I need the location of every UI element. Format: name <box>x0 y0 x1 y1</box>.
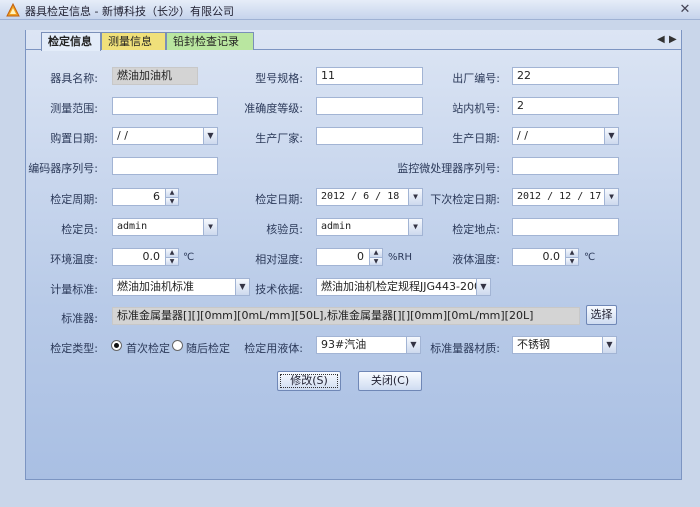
verify-date-value: 2012 / 6 / 18 <box>321 191 400 202</box>
label-basis: 技术依据: <box>255 283 303 296</box>
humidity-unit: %RH <box>388 252 412 263</box>
window-title: 器具检定信息 - 新博科技（长沙）有限公司 <box>25 5 234 18</box>
manufacturer-field[interactable] <box>316 127 423 145</box>
liquid-temp-unit: ℃ <box>584 252 596 263</box>
label-station-no: 站内机号: <box>452 102 500 115</box>
label-production-date: 生产日期: <box>452 132 500 145</box>
station-no-field[interactable]: 2 <box>512 97 619 115</box>
checker-value: admin <box>321 221 352 232</box>
increment-icon[interactable]: ▲ <box>165 189 178 197</box>
chevron-down-icon[interactable]: ▼ <box>476 279 490 295</box>
production-date-value: / / <box>517 129 528 142</box>
title-bar: 器具检定信息 - 新博科技（长沙）有限公司 ✕ <box>0 0 700 20</box>
next-date-value: 2012 / 12 / 17 <box>517 191 602 202</box>
period-value: 6 <box>153 190 160 203</box>
label-mcu-serial: 监控微处理器序列号: <box>397 162 500 175</box>
label-accuracy: 准确度等级: <box>244 102 303 115</box>
label-verify-date: 检定日期: <box>255 193 303 206</box>
inspector-select[interactable]: admin ▼ <box>112 218 218 236</box>
label-period: 检定周期: <box>50 193 98 206</box>
close-window-button[interactable]: ✕ <box>676 2 694 17</box>
label-checker: 核验员: <box>266 223 303 236</box>
label-location: 检定地点: <box>452 223 500 236</box>
std-devices-field: 标准金属量器[][][0mm][0mL/mm][50L],标准金属量器[][][… <box>112 307 580 325</box>
label-verify-type: 检定类型: <box>50 342 98 355</box>
env-temp-stepper[interactable]: 0.0 ▲ ▼ <box>112 248 179 266</box>
increment-icon[interactable]: ▲ <box>369 249 382 257</box>
tab-scroll-left-icon[interactable]: ◀ <box>657 34 665 45</box>
chevron-down-icon[interactable]: ▼ <box>203 128 217 144</box>
accuracy-field[interactable] <box>316 97 423 115</box>
material-select[interactable]: 不锈钢 ▼ <box>512 336 617 354</box>
basis-select[interactable]: 燃油加油机检定规程JJG443-200 ▼ <box>316 278 491 296</box>
liquid-select[interactable]: 93#汽油 ▼ <box>316 336 421 354</box>
label-standard: 计量标准: <box>50 283 98 296</box>
tab-measurement-info[interactable]: 测量信息 <box>101 32 166 50</box>
tab-seal-check-record[interactable]: 铅封检查记录 <box>166 32 254 50</box>
liquid-temp-value: 0.0 <box>542 250 561 263</box>
standard-value: 燃油加油机标准 <box>117 280 194 293</box>
next-date-picker[interactable]: 2012 / 12 / 17 ▼ <box>512 188 619 206</box>
label-next-date: 下次检定日期: <box>430 193 500 206</box>
instrument-name-field: 燃油加油机 <box>112 67 198 85</box>
label-humidity: 相对湿度: <box>255 253 303 266</box>
chevron-down-icon[interactable]: ▼ <box>602 337 616 353</box>
chevron-down-icon[interactable]: ▼ <box>604 128 618 144</box>
app-logo-icon <box>6 3 20 17</box>
label-liquid: 检定用液体: <box>244 342 303 355</box>
encoder-serial-field[interactable] <box>112 157 218 175</box>
subsequent-verification-label[interactable]: 随后检定 <box>186 340 230 356</box>
purchase-date-value: / / <box>117 129 128 142</box>
humidity-value: 0 <box>357 250 364 263</box>
label-instrument-name: 器具名称: <box>50 72 98 85</box>
decrement-icon[interactable]: ▼ <box>165 197 178 205</box>
label-purchase-date: 购置日期: <box>50 132 98 145</box>
radio-subsequent-verification[interactable] <box>172 340 183 351</box>
decrement-icon[interactable]: ▼ <box>369 257 382 265</box>
decrement-icon[interactable]: ▼ <box>165 257 178 265</box>
env-temp-unit: ℃ <box>183 252 195 263</box>
first-verification-label[interactable]: 首次检定 <box>126 340 170 356</box>
increment-icon[interactable]: ▲ <box>565 249 578 257</box>
model-field[interactable]: 11 <box>316 67 423 85</box>
label-encoder-serial: 编码器序列号: <box>28 162 98 175</box>
radio-first-verification[interactable] <box>111 340 122 351</box>
basis-value: 燃油加油机检定规程JJG443-200 <box>321 280 481 293</box>
material-value: 不锈钢 <box>517 338 550 351</box>
mcu-serial-field[interactable] <box>512 157 619 175</box>
liquid-temp-stepper[interactable]: 0.0 ▲ ▼ <box>512 248 579 266</box>
period-stepper[interactable]: 6 ▲ ▼ <box>112 188 179 206</box>
verify-date-picker[interactable]: 2012 / 6 / 18 ▼ <box>316 188 423 206</box>
location-field[interactable] <box>512 218 619 236</box>
modify-button[interactable]: 修改(S) <box>277 371 341 391</box>
decrement-icon[interactable]: ▼ <box>565 257 578 265</box>
tab-scroll-right-icon[interactable]: ▶ <box>669 34 677 45</box>
purchase-date-picker[interactable]: / / ▼ <box>112 127 218 145</box>
close-button[interactable]: 关闭(C) <box>358 371 422 391</box>
label-std-devices: 标准器: <box>61 312 98 325</box>
chevron-down-icon[interactable]: ▼ <box>408 219 422 235</box>
serial-field[interactable]: 22 <box>512 67 619 85</box>
select-std-devices-button[interactable]: 选择 <box>586 305 617 325</box>
label-model: 型号规格: <box>255 72 303 85</box>
label-material: 标准量器材质: <box>430 342 500 355</box>
production-date-picker[interactable]: / / ▼ <box>512 127 619 145</box>
range-field[interactable] <box>112 97 218 115</box>
increment-icon[interactable]: ▲ <box>165 249 178 257</box>
label-inspector: 检定员: <box>61 223 98 236</box>
label-liquid-temp: 液体温度: <box>452 253 500 266</box>
chevron-down-icon[interactable]: ▼ <box>406 337 420 353</box>
tab-verification-info[interactable]: 检定信息 <box>41 32 101 51</box>
label-env-temp: 环境温度: <box>50 253 98 266</box>
env-temp-value: 0.0 <box>142 250 161 263</box>
liquid-value: 93#汽油 <box>321 338 367 351</box>
label-range: 测量范围: <box>50 102 98 115</box>
chevron-down-icon[interactable]: ▼ <box>604 189 618 205</box>
chevron-down-icon[interactable]: ▼ <box>203 219 217 235</box>
inspector-value: admin <box>117 221 148 232</box>
checker-select[interactable]: admin ▼ <box>316 218 423 236</box>
label-serial: 出厂编号: <box>452 72 500 85</box>
humidity-stepper[interactable]: 0 ▲ ▼ <box>316 248 383 266</box>
label-manufacturer: 生产厂家: <box>255 132 303 145</box>
